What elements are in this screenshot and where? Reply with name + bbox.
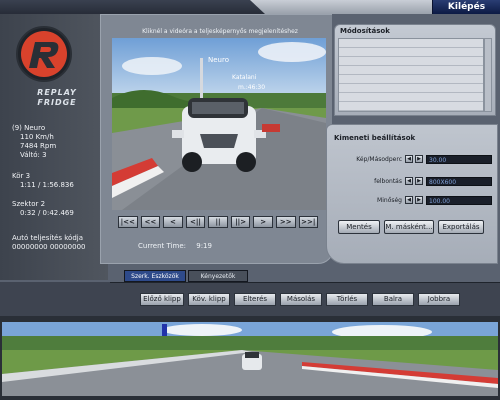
output-settings-title: Kimeneti beállítások [334, 134, 416, 142]
delete-button[interactable]: Törlés [326, 293, 368, 306]
save-as-button[interactable]: M. másként... [384, 220, 434, 234]
go-end-button[interactable]: >>| [298, 216, 319, 228]
lap-label: Kör 3 [12, 172, 31, 180]
logo-line1: REPLAY [37, 88, 77, 97]
sector-label: Szektor 2 [12, 200, 46, 208]
list-item[interactable] [339, 93, 483, 102]
cut-button[interactable]: Elterés [234, 293, 276, 306]
rpm-value: 7484 Rpm [20, 142, 57, 150]
quality-label: Minőség [377, 197, 402, 204]
resolution-increase-button[interactable]: ▶ [415, 177, 423, 185]
list-item[interactable] [339, 102, 483, 111]
rewind-button[interactable]: < [163, 216, 183, 228]
replay-fridge-logo [16, 26, 72, 82]
code-value: 00000000 00000000 [12, 243, 86, 251]
timeline-thumbnail[interactable] [2, 322, 498, 396]
sector-time: 0:32 / 0:42.469 [20, 209, 74, 217]
output-settings-panel [326, 124, 498, 264]
code-label: Autó teljesítés kódja [12, 234, 84, 242]
fps-label: Kép/Másodperc [356, 156, 402, 163]
next-clip-button[interactable]: Köv. klipp [188, 293, 230, 306]
quality-increase-button[interactable]: ▶ [415, 196, 423, 204]
resolution-label: felbontás [374, 178, 402, 185]
fast-rewind-button[interactable]: << [140, 216, 161, 228]
bottom-left-bar [0, 282, 110, 316]
copy-button[interactable]: Másolás [280, 293, 322, 306]
step-forward-button[interactable]: ||> [230, 216, 251, 228]
fast-forward-button[interactable]: >> [275, 216, 296, 228]
current-time: Current Time: 9:19 [138, 242, 212, 250]
overlay-time: m.:46:30 [238, 84, 266, 91]
list-item[interactable] [339, 66, 483, 75]
export-button[interactable]: Exportálás [438, 220, 484, 234]
logo-text: REPLAY FRIDGE [12, 88, 102, 108]
driver-name: (9) Neuro [12, 124, 46, 132]
logo-line2: FRIDGE [37, 98, 77, 107]
current-time-label: Current Time: [138, 242, 187, 250]
play-button[interactable]: > [253, 216, 273, 228]
fps-field[interactable]: 30.00 [426, 155, 492, 164]
quality-decrease-button[interactable]: ◀ [405, 196, 413, 204]
speed-value: 110 Km/h [20, 133, 54, 141]
go-start-button[interactable]: |<< [118, 216, 138, 228]
modifications-list[interactable] [338, 38, 484, 112]
list-item[interactable] [339, 84, 483, 93]
fps-increase-button[interactable]: ▶ [415, 155, 423, 163]
list-item[interactable] [339, 39, 483, 48]
lap-time: 1:11 / 1:56.836 [20, 181, 74, 189]
quality-field[interactable]: 100.00 [426, 196, 492, 205]
move-left-button[interactable]: Balra [372, 293, 414, 306]
save-button[interactable]: Mentés [338, 220, 380, 234]
prev-clip-button[interactable]: Előző klipp [140, 293, 184, 306]
transport-controls: |<< << < <|| || ||> > >> >>| [118, 216, 319, 228]
list-item[interactable] [339, 75, 483, 84]
modifications-title: Módosítások [340, 27, 390, 35]
pause-button[interactable]: || [208, 216, 228, 228]
list-item[interactable] [339, 57, 483, 66]
exit-button[interactable]: Kilépés [432, 0, 500, 14]
resolution-decrease-button[interactable]: ◀ [405, 177, 413, 185]
video-viewport[interactable]: Neuro Katalani m.:46:30 [112, 38, 326, 210]
gear-value: Váltó: 3 [20, 151, 47, 159]
step-back-button[interactable]: <|| [185, 216, 206, 228]
modifications-scrollbar[interactable] [484, 38, 492, 112]
tab-controls[interactable]: Kényezetők [188, 270, 248, 282]
list-item[interactable] [339, 48, 483, 57]
resolution-field[interactable]: 800X600 [426, 177, 492, 186]
overlay-driver: Neuro [208, 56, 229, 64]
overlay-track: Katalani [232, 74, 257, 81]
current-time-value: 9:19 [196, 242, 212, 250]
fps-decrease-button[interactable]: ◀ [405, 155, 413, 163]
timeline-scene [2, 322, 498, 396]
video-caption: Kliknél a videóra a teljesképernyős megj… [142, 28, 298, 35]
move-right-button[interactable]: Jobbra [418, 293, 460, 306]
tab-edit-tools[interactable]: Szerk. Eszközök [124, 270, 186, 282]
